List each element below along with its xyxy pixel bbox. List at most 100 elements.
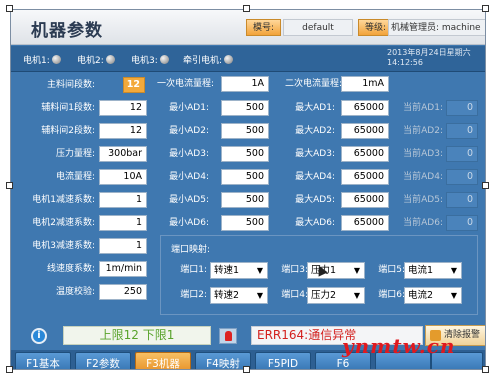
max-ad-label: 最大AD6: — [295, 218, 335, 228]
secondary-current-range-field[interactable]: 1mA — [341, 76, 389, 92]
param-value-field[interactable]: 300bar — [99, 146, 147, 162]
current-ad-label: 当前AD6: — [403, 218, 443, 228]
port-label: 端口6: — [378, 290, 405, 300]
level-value: 机械管理员: machine — [388, 19, 485, 36]
param-label: 电机2减速系数: — [32, 218, 95, 228]
chevron-down-icon: ▼ — [450, 266, 457, 275]
model-label: 模号: — [246, 19, 282, 36]
alarm-lamp-icon — [219, 328, 237, 344]
port-mapping-title: 端口映射: — [171, 245, 211, 255]
model-value: default — [283, 19, 353, 36]
min-ad-field[interactable]: 500 — [221, 192, 269, 208]
param-value-field[interactable]: 12 — [99, 123, 147, 139]
max-ad-field[interactable]: 65000 — [341, 100, 389, 116]
port-mapping-value: 电流1 — [408, 265, 434, 276]
resize-handle-top-right[interactable] — [482, 5, 489, 12]
max-ad-field[interactable]: 65000 — [341, 169, 389, 185]
date-text: 2013年8月24日星期六 — [387, 48, 471, 57]
param-label: 温度校验: — [55, 287, 95, 297]
port-label: 端口2: — [180, 290, 207, 300]
chevron-down-icon: ▼ — [353, 291, 360, 300]
port-label: 端口5: — [378, 265, 405, 275]
traction-motor-status: 牵引电机: — [183, 53, 234, 66]
param-value-field[interactable]: 10A — [99, 169, 147, 185]
chevron-down-icon: ▼ — [450, 291, 457, 300]
min-ad-field[interactable]: 500 — [221, 215, 269, 231]
param-value-field[interactable]: 1 — [99, 192, 147, 208]
current-ad-field: 0 — [446, 192, 478, 208]
min-ad-field[interactable]: 500 — [221, 169, 269, 185]
max-ad-label: 最大AD1: — [295, 103, 335, 113]
current-ad-field: 0 — [446, 100, 478, 116]
resize-handle-right[interactable] — [482, 182, 489, 189]
param-value-field[interactable]: 12 — [99, 100, 147, 116]
secondary-current-range-label: 二次电流量程: — [284, 79, 342, 89]
primary-current-range-field[interactable]: 1A — [221, 76, 269, 92]
resize-handle-left[interactable] — [6, 182, 13, 189]
port-mapping-select[interactable]: 压力2 ▼ — [307, 287, 365, 304]
port-mapping-select[interactable]: 转速2 ▼ — [210, 287, 268, 304]
current-ad-field: 0 — [446, 123, 478, 139]
port-mapping-value: 电流2 — [408, 290, 434, 301]
current-ad-field: 0 — [446, 215, 478, 231]
param-label: 线速度系数: — [46, 264, 95, 274]
resize-handle-bottom[interactable] — [243, 366, 250, 373]
param-label: 主料间段数: — [46, 80, 95, 90]
min-ad-label: 最小AD1: — [169, 103, 209, 113]
max-ad-field[interactable]: 65000 — [341, 123, 389, 139]
max-ad-label: 最大AD2: — [295, 126, 335, 136]
current-ad-label: 当前AD2: — [403, 126, 443, 136]
param-label: 辅料间2段数: — [41, 126, 95, 136]
current-ad-label: 当前AD5: — [403, 195, 443, 205]
tab-2[interactable]: F2参数 — [75, 352, 131, 369]
motor-3-indicator-icon — [159, 55, 169, 64]
resize-handle-bottom-right[interactable] — [482, 366, 489, 373]
watermark-text: ynmtw.cn — [342, 334, 456, 358]
tab-1[interactable]: F1基本 — [15, 352, 71, 369]
param-value-field[interactable]: 1 — [99, 238, 147, 254]
max-ad-field[interactable]: 65000 — [341, 192, 389, 208]
resize-handle-bottom-left[interactable] — [6, 366, 13, 373]
port-mapping-select[interactable]: 电流1 ▼ — [404, 262, 462, 279]
max-ad-field[interactable]: 65000 — [341, 215, 389, 231]
min-ad-label: 最小AD5: — [169, 195, 209, 205]
tab-3[interactable]: F3机器 — [135, 352, 191, 369]
motor-2-indicator-icon — [105, 55, 115, 64]
port-mapping-select[interactable]: 电流2 ▼ — [404, 287, 462, 304]
resize-handle-top[interactable] — [243, 5, 250, 12]
min-ad-field[interactable]: 500 — [221, 100, 269, 116]
min-ad-field[interactable]: 500 — [221, 123, 269, 139]
chevron-down-icon: ▼ — [256, 291, 263, 300]
min-ad-label: 最小AD4: — [169, 172, 209, 182]
max-ad-label: 最大AD4: — [295, 172, 335, 182]
max-ad-label: 最大AD5: — [295, 195, 335, 205]
param-label: 电机1减速系数: — [32, 195, 95, 205]
param-label: 辅料间1段数: — [41, 103, 95, 113]
port-mapping-value: 转速2 — [214, 290, 240, 301]
min-ad-label: 最小AD6: — [169, 218, 209, 228]
app-window: 机器参数 模号: default 等级: 机械管理员: machine 电机1:… — [10, 9, 486, 370]
param-value-field[interactable]: 12 — [123, 77, 145, 93]
current-ad-field: 0 — [446, 146, 478, 162]
min-ad-field[interactable]: 500 — [221, 146, 269, 162]
param-value-field[interactable]: 1m/min — [99, 261, 147, 277]
param-label: 电机3减速系数: — [32, 241, 95, 251]
port-label: 端口1: — [180, 265, 207, 275]
param-value-field[interactable]: 1 — [99, 215, 147, 231]
param-value-field[interactable]: 250 — [99, 284, 147, 300]
current-ad-label: 当前AD4: — [403, 172, 443, 182]
port-label: 端口3: — [281, 265, 308, 275]
min-ad-label: 最小AD3: — [169, 149, 209, 159]
port-mapping-value: 压力2 — [311, 290, 337, 301]
motor-2-status: 电机2: — [77, 53, 115, 66]
info-icon[interactable]: i — [31, 328, 47, 344]
motor-1-indicator-icon — [51, 55, 61, 64]
current-ad-field: 0 — [446, 169, 478, 185]
port-mapping-select[interactable]: 转速1 ▼ — [210, 262, 268, 279]
header-bar: 机器参数 模号: default 等级: 机械管理员: machine — [11, 10, 485, 45]
tab-5[interactable]: F5PID — [255, 352, 311, 369]
resize-handle-top-left[interactable] — [6, 5, 13, 12]
motor-3-status: 电机3: — [131, 53, 169, 66]
current-ad-label: 当前AD1: — [403, 103, 443, 113]
max-ad-field[interactable]: 65000 — [341, 146, 389, 162]
